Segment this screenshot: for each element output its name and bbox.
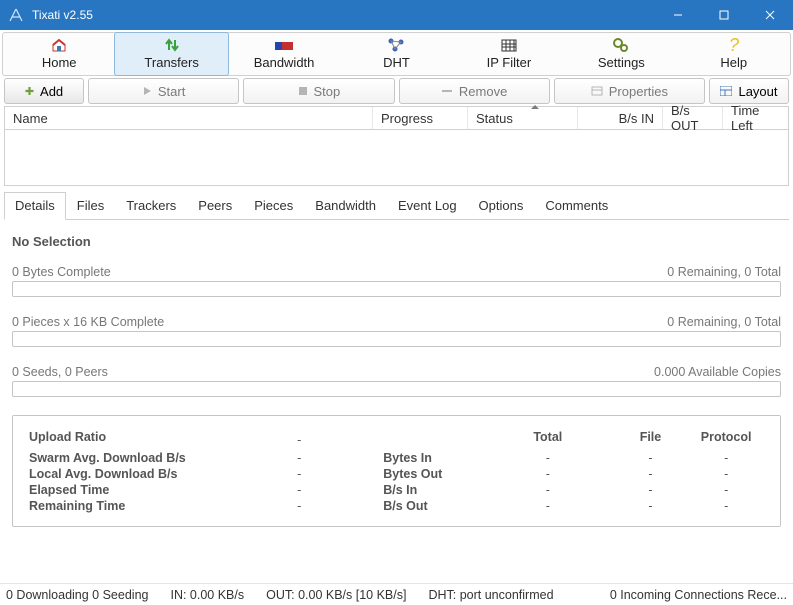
metrics-box: Upload Ratio - Total File Protocol Swarm… xyxy=(12,415,781,527)
dtab-comments[interactable]: Comments xyxy=(534,192,619,220)
tab-settings[interactable]: Settings xyxy=(565,33,677,75)
upload-ratio-label: Upload Ratio xyxy=(29,430,245,450)
tab-ipfilter[interactable]: IP Filter xyxy=(453,33,565,75)
settings-icon xyxy=(565,36,677,54)
action-bar: Add Start Stop Remove Properties Layout xyxy=(4,78,789,104)
properties-button[interactable]: Properties xyxy=(554,78,705,104)
dtab-details[interactable]: Details xyxy=(4,192,66,220)
availability-bar xyxy=(12,381,781,397)
col-bps-in[interactable]: B/s IN xyxy=(578,107,663,129)
pieces-remaining-label: 0 Remaining, 0 Total xyxy=(667,315,781,329)
dht-icon xyxy=(340,36,452,54)
maximize-button[interactable] xyxy=(701,0,747,30)
layout-icon xyxy=(720,86,732,96)
transfers-icon xyxy=(115,36,227,54)
status-bar: 0 Downloading 0 Seeding IN: 0.00 KB/s OU… xyxy=(0,583,793,605)
start-button[interactable]: Start xyxy=(88,78,239,104)
col-time-left[interactable]: Time Left xyxy=(723,107,788,129)
dtab-pieces[interactable]: Pieces xyxy=(243,192,304,220)
status-incoming: 0 Incoming Connections Rece... xyxy=(610,588,787,602)
bytes-progress-bar xyxy=(12,281,781,297)
stop-button[interactable]: Stop xyxy=(243,78,394,104)
dtab-files[interactable]: Files xyxy=(66,192,115,220)
col-progress[interactable]: Progress xyxy=(373,107,468,129)
no-selection-label: No Selection xyxy=(12,234,781,249)
transfer-list-header: Name Progress Status B/s IN B/s OUT Time… xyxy=(4,106,789,130)
dtab-bandwidth[interactable]: Bandwidth xyxy=(304,192,387,220)
status-in: IN: 0.00 KB/s xyxy=(170,588,244,602)
add-button[interactable]: Add xyxy=(4,78,84,104)
pieces-progress-bar xyxy=(12,331,781,347)
tab-transfers[interactable]: Transfers xyxy=(114,32,228,76)
window-title: Tixati v2.55 xyxy=(32,8,655,22)
status-transfers: 0 Downloading 0 Seeding xyxy=(6,588,148,602)
bandwidth-icon xyxy=(228,36,340,54)
tab-home[interactable]: Home xyxy=(3,33,115,75)
remove-icon xyxy=(441,86,453,96)
details-panel: No Selection 0 Bytes Complete 0 Remaining… xyxy=(0,220,793,537)
minimize-button[interactable] xyxy=(655,0,701,30)
bytes-remaining-label: 0 Remaining, 0 Total xyxy=(667,265,781,279)
svg-text:?: ? xyxy=(729,36,739,54)
tab-dht[interactable]: DHT xyxy=(340,33,452,75)
main-tabs: Home Transfers Bandwidth DHT IP Filter S… xyxy=(2,32,791,76)
play-icon xyxy=(142,86,152,96)
status-out: OUT: 0.00 KB/s [10 KB/s] xyxy=(266,588,406,602)
tab-bandwidth[interactable]: Bandwidth xyxy=(228,33,340,75)
available-copies-label: 0.000 Available Copies xyxy=(654,365,781,379)
col-name[interactable]: Name xyxy=(5,107,373,129)
stop-icon xyxy=(298,86,308,96)
detail-tabs: Details Files Trackers Peers Pieces Band… xyxy=(4,191,789,220)
help-icon: ? xyxy=(678,36,790,54)
title-bar: Tixati v2.55 xyxy=(0,0,793,30)
seeds-peers-label: 0 Seeds, 0 Peers xyxy=(12,365,108,379)
col-status[interactable]: Status xyxy=(468,107,578,129)
ipfilter-icon xyxy=(453,36,565,54)
home-icon xyxy=(3,36,115,54)
status-dht: DHT: port unconfirmed xyxy=(428,588,553,602)
pieces-complete-label: 0 Pieces x 16 KB Complete xyxy=(12,315,164,329)
bytes-complete-label: 0 Bytes Complete xyxy=(12,265,111,279)
dtab-trackers[interactable]: Trackers xyxy=(115,192,187,220)
dtab-peers[interactable]: Peers xyxy=(187,192,243,220)
remove-button[interactable]: Remove xyxy=(399,78,550,104)
transfer-list-body[interactable] xyxy=(4,130,789,186)
dtab-eventlog[interactable]: Event Log xyxy=(387,192,468,220)
tab-help[interactable]: ? Help xyxy=(678,33,790,75)
properties-icon xyxy=(591,86,603,96)
col-bps-out[interactable]: B/s OUT xyxy=(663,107,723,129)
app-icon xyxy=(8,7,24,23)
layout-button[interactable]: Layout xyxy=(709,78,789,104)
close-button[interactable] xyxy=(747,0,793,30)
dtab-options[interactable]: Options xyxy=(468,192,535,220)
